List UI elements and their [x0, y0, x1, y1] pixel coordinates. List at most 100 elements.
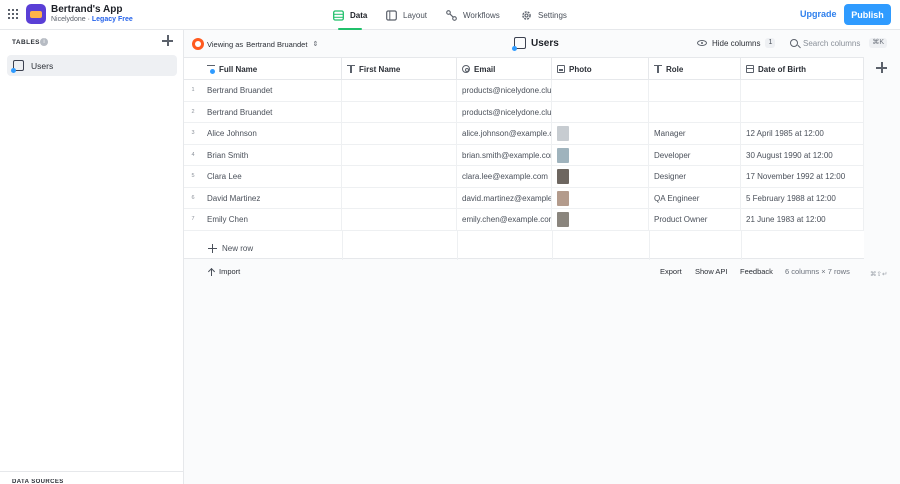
cell-role[interactable]: Developer: [649, 144, 741, 166]
export-button[interactable]: Export: [660, 267, 682, 276]
users-table-icon: [11, 60, 24, 73]
table-summary: 6 columns × 7 rows: [785, 267, 850, 276]
add-column-icon[interactable]: [876, 62, 888, 74]
photo-thumbnail[interactable]: [557, 212, 569, 227]
cell-photo[interactable]: [552, 123, 649, 144]
upload-icon: [208, 268, 215, 276]
column-divider: [342, 230, 343, 260]
tab-data[interactable]: Data: [333, 8, 367, 22]
photo-thumbnail[interactable]: [557, 126, 569, 141]
cell-email[interactable]: emily.chen@example.com: [457, 209, 552, 230]
cell-photo[interactable]: [552, 80, 649, 101]
cell-photo[interactable]: [552, 166, 649, 187]
table-row[interactable]: 1 Bertrand Bruandet products@nicelydone.cl…: [184, 80, 864, 102]
column-divider: [649, 230, 650, 260]
photo-thumbnail[interactable]: [557, 169, 569, 184]
tab-workflows-label: Workflows: [463, 10, 500, 20]
search-icon: [790, 39, 798, 47]
cell-full-name[interactable]: Clara Lee: [202, 166, 342, 187]
hidden-count-badge: 1: [765, 38, 776, 48]
publish-button[interactable]: Publish: [844, 4, 891, 25]
cell-date-of-birth[interactable]: 21 June 1983 at 12:00: [741, 209, 864, 230]
search-columns-input[interactable]: Search columns ⌘K: [790, 38, 888, 48]
cell-email[interactable]: clara.lee@example.com: [457, 166, 552, 187]
cell-full-name[interactable]: Brian Smith: [202, 144, 342, 166]
new-row-button[interactable]: New row: [208, 244, 253, 253]
cell-role[interactable]: [649, 80, 741, 101]
column-header-first-name[interactable]: First Name: [342, 58, 457, 80]
cell-date-of-birth[interactable]: 17 November 1992 at 12:00: [741, 166, 864, 187]
upgrade-button[interactable]: Upgrade: [800, 9, 837, 19]
cell-first-name[interactable]: [342, 123, 457, 144]
cell-full-name[interactable]: Bertrand Bruandet: [202, 80, 342, 101]
table-row[interactable]: 3 Alice Johnson alice.johnson@example.com M…: [184, 123, 864, 145]
cell-email[interactable]: products@nicelydone.club: [457, 80, 552, 101]
app-icon[interactable]: [26, 4, 46, 24]
feedback-button[interactable]: Feedback: [740, 267, 773, 276]
table-row[interactable]: 7 Emily Chen emily.chen@example.com Product…: [184, 209, 864, 231]
cell-date-of-birth[interactable]: 5 February 1988 at 12:00: [741, 187, 864, 209]
photo-thumbnail[interactable]: [557, 147, 569, 163]
cell-email[interactable]: products@nicelydone.club: [457, 101, 552, 123]
cell-role[interactable]: [649, 101, 741, 123]
cell-date-of-birth[interactable]: [741, 101, 864, 123]
info-icon[interactable]: i: [40, 38, 48, 46]
cell-role[interactable]: Manager: [649, 123, 741, 144]
cell-photo[interactable]: [552, 101, 649, 123]
cell-date-of-birth[interactable]: [741, 80, 864, 101]
tab-layout[interactable]: Layout: [386, 8, 427, 22]
column-header-date-of-birth[interactable]: Date of Birth: [741, 58, 864, 80]
cell-full-name[interactable]: Bertrand Bruandet: [202, 101, 342, 123]
cell-email[interactable]: david.martinez@example.com: [457, 187, 552, 209]
image-type-icon: [557, 65, 565, 73]
show-api-button[interactable]: Show API: [695, 267, 728, 276]
cell-photo[interactable]: [552, 144, 649, 166]
cell-email[interactable]: brian.smith@example.com: [457, 144, 552, 166]
separator: ·: [87, 16, 90, 23]
app-name[interactable]: Bertrand's App: [51, 4, 122, 15]
cell-full-name[interactable]: Emily Chen: [202, 209, 342, 230]
column-header-photo[interactable]: Photo: [552, 58, 649, 80]
cell-photo[interactable]: [552, 209, 649, 230]
plan-badge[interactable]: Legacy Free: [92, 16, 133, 23]
hide-columns-button[interactable]: Hide columns 1: [697, 38, 776, 48]
cell-date-of-birth[interactable]: 12 April 1985 at 12:00: [741, 123, 864, 144]
photo-thumbnail[interactable]: [557, 190, 569, 206]
import-button[interactable]: Import: [208, 267, 240, 276]
sidebar-item-users[interactable]: Users: [7, 55, 177, 76]
sidebar-item-label: Users: [31, 60, 54, 71]
cell-email[interactable]: alice.johnson@example.com: [457, 123, 552, 144]
tab-workflows[interactable]: Workflows: [446, 8, 500, 22]
apps-grid-icon[interactable]: [8, 9, 18, 19]
viewing-as-selector[interactable]: Viewing as Bertrand Bruandet ⇕: [192, 38, 318, 50]
cell-first-name[interactable]: [342, 80, 457, 101]
cell-photo[interactable]: [552, 187, 649, 209]
column-header-role[interactable]: Role: [649, 58, 741, 80]
table-row[interactable]: 5 Clara Lee clara.lee@example.com Designer 1…: [184, 166, 864, 188]
cell-full-name[interactable]: David Martinez: [202, 187, 342, 209]
table-row[interactable]: 4 Brian Smith brian.smith@example.com Devel…: [184, 144, 864, 166]
hide-columns-label: Hide columns: [712, 38, 761, 48]
table-row[interactable]: 6 David Martinez david.martinez@example.co…: [184, 187, 864, 209]
table-title-label: Users: [531, 37, 559, 49]
row-number: 5: [191, 173, 195, 179]
cell-role[interactable]: QA Engineer: [649, 187, 741, 209]
layout-icon: [386, 9, 397, 21]
column-header-email[interactable]: Email: [457, 58, 552, 80]
cell-first-name[interactable]: [342, 209, 457, 230]
row-number: 6: [191, 194, 195, 201]
add-table-icon[interactable]: [162, 35, 174, 47]
cell-first-name[interactable]: [342, 144, 457, 166]
cell-first-name[interactable]: [342, 101, 457, 123]
data-sources-heading[interactable]: DATA SOURCES: [12, 479, 64, 484]
cell-full-name[interactable]: Alice Johnson: [202, 123, 342, 144]
cell-role[interactable]: Designer: [649, 166, 741, 187]
tab-settings[interactable]: Settings: [521, 8, 567, 22]
column-header-full-name[interactable]: Full Name: [202, 58, 342, 80]
cell-first-name[interactable]: [342, 187, 457, 209]
cell-first-name[interactable]: [342, 166, 457, 187]
cell-date-of-birth[interactable]: 30 August 1990 at 12:00: [741, 144, 864, 166]
column-header-label: Role: [666, 64, 684, 74]
table-row[interactable]: 2 Bertrand Bruandet products@nicelydone.cl…: [184, 101, 864, 123]
cell-role[interactable]: Product Owner: [649, 209, 741, 230]
